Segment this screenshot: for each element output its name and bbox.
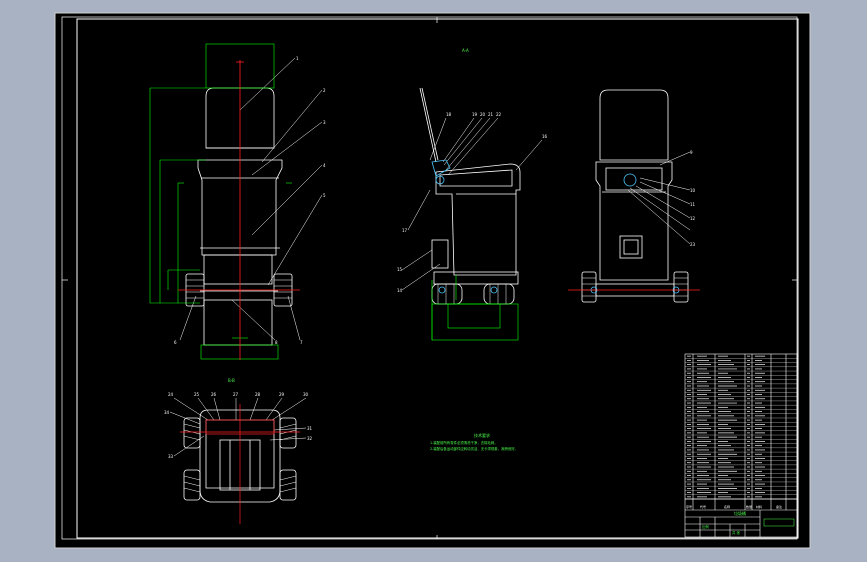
view-b-label: B-B [228, 378, 235, 383]
svg-text:34: 34 [164, 410, 170, 415]
cad-drawing: 1 2 3 4 5 6 7 8 A-A 18 19 20 21 22 16 17… [54, 12, 811, 549]
svg-text:22: 22 [496, 112, 502, 117]
svg-text:23: 23 [690, 242, 696, 247]
svg-text:18: 18 [446, 112, 452, 117]
svg-text:25: 25 [194, 392, 200, 397]
svg-text:31: 31 [307, 426, 313, 431]
svg-text:序号: 序号 [686, 504, 692, 509]
svg-text:21: 21 [488, 112, 494, 117]
svg-text:材料: 材料 [756, 504, 762, 509]
svg-text:30: 30 [303, 392, 309, 397]
svg-text:19: 19 [472, 112, 478, 117]
svg-text:24: 24 [168, 392, 174, 397]
svg-text:29: 29 [279, 392, 285, 397]
svg-text:33: 33 [168, 454, 174, 459]
svg-text:16: 16 [542, 134, 548, 139]
svg-text:20: 20 [480, 112, 486, 117]
svg-text:28: 28 [255, 392, 261, 397]
svg-text:技术要求: 技术要求 [474, 432, 490, 438]
svg-text:32: 32 [307, 436, 313, 441]
svg-text:备注: 备注 [776, 504, 782, 509]
svg-text:数量: 数量 [746, 504, 752, 509]
view-a-label: A-A [462, 48, 469, 53]
svg-text:1.装配前所有零件必须清洗干净，去除毛刺。: 1.装配前所有零件必须清洗干净，去除毛刺。 [430, 440, 498, 445]
svg-text:10: 10 [690, 188, 696, 193]
svg-text:15: 15 [397, 267, 403, 272]
svg-text:14: 14 [397, 288, 403, 293]
svg-text:比例: 比例 [702, 524, 709, 529]
svg-text:代号: 代号 [700, 504, 706, 509]
svg-text:17: 17 [402, 228, 408, 233]
svg-text:11: 11 [690, 202, 696, 207]
svg-text:共 张: 共 张 [732, 530, 740, 535]
svg-text:垃圾桶: 垃圾桶 [734, 510, 746, 516]
svg-text:2.装配后各运动部件应转动灵活，无卡滞现象，润滑良好。: 2.装配后各运动部件应转动灵活，无卡滞现象，润滑良好。 [430, 446, 518, 451]
svg-text:12: 12 [690, 216, 696, 221]
svg-text:26: 26 [211, 392, 217, 397]
svg-text:名称: 名称 [724, 504, 730, 509]
svg-text:27: 27 [233, 392, 239, 397]
